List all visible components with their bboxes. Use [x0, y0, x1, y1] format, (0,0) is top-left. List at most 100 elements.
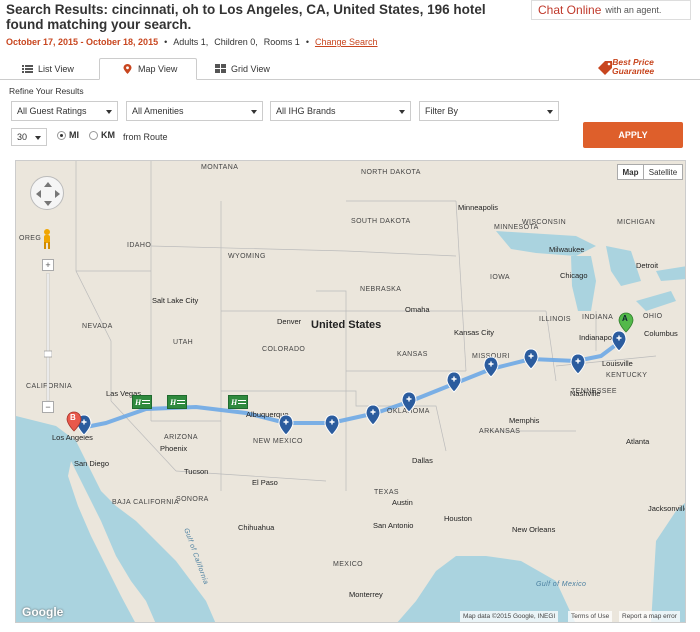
unit-mi-radio[interactable] [57, 131, 66, 140]
stay-summary: October 17, 2015 - October 18, 2015 • Ad… [6, 37, 378, 47]
best-price-line2: Guarantee [612, 66, 655, 76]
guest-ratings-value: All Guest Ratings [17, 106, 87, 116]
amenities-value: All Amenities [132, 106, 184, 116]
distance-value: 30 [17, 132, 28, 142]
hotel-brand-logo[interactable]: H [228, 395, 248, 409]
map-type-map-button[interactable]: Map [617, 164, 644, 180]
map-label-state: SONORA [176, 496, 209, 503]
map-label-city: Houston [444, 514, 472, 523]
street-view-pegman-icon[interactable] [39, 228, 55, 250]
map-label-city: Chihuahua [238, 523, 275, 532]
map-label-state: WISCONSIN [522, 219, 567, 226]
chevron-down-icon [106, 110, 112, 114]
separator-dot: • [305, 37, 309, 47]
brands-select[interactable]: All IHG Brands [270, 101, 411, 121]
results-title: Search Results: cincinnati, oh to Los An… [6, 2, 486, 32]
tab-map-view[interactable]: Map View [99, 58, 197, 80]
map-label-city: Albuquerque [246, 410, 289, 419]
refine-label: Refine Your Results [9, 86, 84, 96]
route-map[interactable]: MONTANA NORTH DAKOTA MINNESOTA SOUTH DAK… [15, 160, 686, 623]
unit-km-radio[interactable] [89, 131, 98, 140]
map-label-state: NORTH DAKOTA [361, 169, 421, 176]
map-label-city: San Diego [74, 459, 110, 468]
tab-grid-label: Grid View [231, 64, 270, 74]
map-label-city: Indianapolis [579, 333, 620, 342]
holiday-inn-icon: H [231, 398, 246, 407]
separator-dot: • [164, 37, 168, 47]
chevron-down-icon [399, 110, 405, 114]
google-logo: Google [22, 605, 64, 619]
map-label-country: United States [311, 319, 382, 331]
chevron-down-icon [35, 136, 41, 140]
report-map-error-link[interactable]: Report a map error [619, 611, 680, 622]
map-label-city: Milwaukee [549, 245, 585, 254]
hotel-brand-logo[interactable]: H [132, 395, 152, 409]
guest-ratings-select[interactable]: All Guest Ratings [11, 101, 118, 121]
map-label-city: Salt Lake City [152, 296, 199, 305]
grid-icon [215, 64, 226, 73]
chat-online-button[interactable]: Chat Online with an agent. [531, 0, 691, 20]
zoom-out-button[interactable]: − [42, 401, 54, 413]
map-label-state: UTAH [173, 339, 194, 346]
map-label-city: Columbus [644, 329, 678, 338]
amenities-select[interactable]: All Amenities [126, 101, 263, 121]
adults-count: Adults 1, [173, 37, 209, 47]
view-tabs: List View Map View Grid View [0, 58, 700, 80]
map-type-satellite-button[interactable]: Satellite [643, 164, 683, 180]
holiday-inn-icon: H [170, 398, 185, 407]
map-label-city: Monterrey [349, 590, 383, 599]
map-label-state: ARIZONA [164, 434, 198, 441]
map-label-city: Phoenix [160, 444, 188, 453]
distance-select[interactable]: 30 [11, 128, 47, 146]
map-label-state: OHIO [643, 313, 663, 320]
zoom-in-button[interactable]: + [42, 259, 54, 271]
map-label-water: Gulf of Mexico [536, 581, 587, 588]
from-route-label: from Route [123, 132, 168, 142]
map-label-city: Jacksonville [648, 504, 686, 513]
map-label-city: Tucson [184, 467, 209, 476]
map-pan-control[interactable] [30, 176, 64, 210]
map-label-city: Denver [277, 317, 302, 326]
zoom-slider-track[interactable] [44, 273, 52, 401]
unit-km-label: KM [101, 130, 115, 140]
map-label-state: SOUTH DAKOTA [351, 218, 411, 225]
svg-text:H: H [135, 398, 142, 407]
map-label-state: NEVADA [82, 323, 113, 330]
tab-map-label: Map View [138, 64, 178, 74]
children-count: Children 0, [214, 37, 258, 47]
tab-list-view[interactable]: List View [0, 58, 98, 80]
map-label-city: Kansas City [454, 328, 495, 337]
stay-dates: October 17, 2015 - October 18, 2015 [6, 37, 159, 47]
map-label-city: Nashville [570, 389, 601, 398]
map-label-state: MONTANA [201, 164, 239, 171]
svg-text:H: H [170, 398, 177, 407]
terms-of-use-link[interactable]: Terms of Use [568, 611, 613, 622]
map-label-state: TEXAS [374, 489, 399, 496]
map-label-state: NEBRASKA [360, 286, 402, 293]
map-label-state: MEXICO [333, 561, 364, 568]
map-label-city: Los Angeles [52, 433, 93, 442]
map-label-city: El Paso [252, 478, 278, 487]
holiday-inn-icon: H [135, 398, 150, 407]
map-label-state: MISSOURI [472, 353, 510, 360]
tab-grid-view[interactable]: Grid View [193, 58, 291, 80]
map-label-state: IDAHO [127, 242, 152, 249]
map-label-state: IOWA [490, 274, 511, 281]
best-price-guarantee-badge[interactable]: Best Price Guarantee [597, 58, 667, 78]
tab-list-label: List View [38, 64, 74, 74]
map-label-city: Omaha [405, 305, 430, 314]
chat-label: Chat Online [538, 3, 602, 17]
filter-by-select[interactable]: Filter By [419, 101, 559, 121]
map-label-state: KANSAS [397, 351, 428, 358]
map-label-state: OKLAHOMA [387, 408, 430, 415]
apply-button[interactable]: APPLY [583, 122, 683, 148]
map-label-state: INDIANA [582, 314, 614, 321]
map-label-state: OREG [19, 235, 42, 242]
unit-mi-label: MI [69, 130, 79, 140]
map-label-state: BAJA CALIFORNIA [112, 499, 180, 506]
hotel-brand-logo[interactable]: H [167, 395, 187, 409]
map-label-city: Detroit [636, 261, 659, 270]
list-icon [22, 65, 33, 73]
change-search-link[interactable]: Change Search [315, 37, 378, 47]
map-label-city: San Antonio [373, 521, 414, 530]
